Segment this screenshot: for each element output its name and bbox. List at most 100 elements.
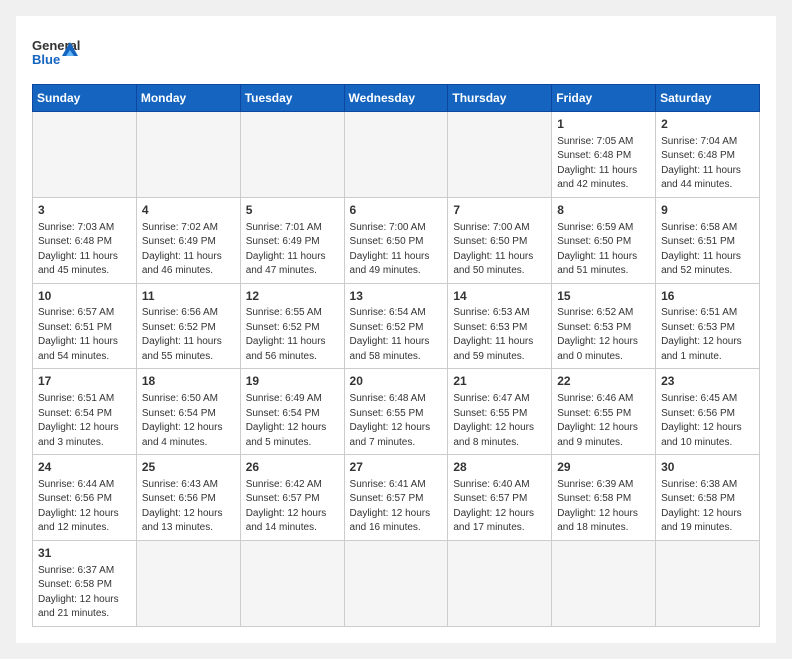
day-number: 9 xyxy=(661,202,754,219)
day-info: Sunrise: 6:43 AM Sunset: 6:56 PM Dayligh… xyxy=(142,478,235,536)
calendar-day-cell: 2Sunrise: 7:04 AM Sunset: 6:48 PM Daylig… xyxy=(656,112,760,198)
day-of-week-header: Thursday xyxy=(448,85,552,112)
calendar-day-cell: 15Sunrise: 6:52 AM Sunset: 6:53 PM Dayli… xyxy=(552,283,656,369)
logo: General Blue xyxy=(32,32,82,72)
day-number: 24 xyxy=(38,459,131,476)
calendar-week-row: 10Sunrise: 6:57 AM Sunset: 6:51 PM Dayli… xyxy=(33,283,760,369)
day-info: Sunrise: 7:02 AM Sunset: 6:49 PM Dayligh… xyxy=(142,221,235,279)
calendar-day-cell: 31Sunrise: 6:37 AM Sunset: 6:58 PM Dayli… xyxy=(33,540,137,626)
calendar-week-row: 3 Sunrise: 7:03 AM Sunset: 6:48 PM Daylig… xyxy=(33,197,760,283)
day-number: 5 xyxy=(246,202,339,219)
day-number: 6 xyxy=(350,202,443,219)
day-number: 4 xyxy=(142,202,235,219)
calendar-day-cell: 7 Sunrise: 7:00 AM Sunset: 6:50 PM Daylig… xyxy=(448,197,552,283)
calendar-day-cell: 11Sunrise: 6:56 AM Sunset: 6:52 PM Dayli… xyxy=(136,283,240,369)
day-of-week-header: Friday xyxy=(552,85,656,112)
day-info: Sunrise: 6:58 AM Sunset: 6:51 PM Dayligh… xyxy=(661,221,754,279)
calendar-day-cell: 25 Sunrise: 6:43 AM Sunset: 6:56 PM Dayli… xyxy=(136,455,240,541)
day-info: Sunrise: 6:59 AM Sunset: 6:50 PM Dayligh… xyxy=(557,221,650,279)
day-info: Sunrise: 6:49 AM Sunset: 6:54 PM Dayligh… xyxy=(246,392,339,450)
calendar-day-cell: 3 Sunrise: 7:03 AM Sunset: 6:48 PM Daylig… xyxy=(33,197,137,283)
day-number: 8 xyxy=(557,202,650,219)
day-number: 7 xyxy=(453,202,546,219)
calendar-day-cell: 30 Sunrise: 6:38 AM Sunset: 6:58 PM Dayli… xyxy=(656,455,760,541)
day-info: Sunrise: 7:05 AM Sunset: 6:48 PM Dayligh… xyxy=(557,135,650,193)
calendar-day-cell: 19 Sunrise: 6:49 AM Sunset: 6:54 PM Dayli… xyxy=(240,369,344,455)
day-info: Sunrise: 6:38 AM Sunset: 6:58 PM Dayligh… xyxy=(661,478,754,536)
day-number: 30 xyxy=(661,459,754,476)
day-number: 1 xyxy=(557,116,650,133)
day-of-week-header: Saturday xyxy=(656,85,760,112)
day-number: 14 xyxy=(453,288,546,305)
calendar-week-row: 17Sunrise: 6:51 AM Sunset: 6:54 PM Dayli… xyxy=(33,369,760,455)
calendar-day-cell: 24Sunrise: 6:44 AM Sunset: 6:56 PM Dayli… xyxy=(33,455,137,541)
calendar-week-row: 31Sunrise: 6:37 AM Sunset: 6:58 PM Dayli… xyxy=(33,540,760,626)
calendar-day-cell: 28 Sunrise: 6:40 AM Sunset: 6:57 PM Dayli… xyxy=(448,455,552,541)
day-number: 22 xyxy=(557,373,650,390)
day-info: Sunrise: 6:48 AM Sunset: 6:55 PM Dayligh… xyxy=(350,392,443,450)
day-info: Sunrise: 6:57 AM Sunset: 6:51 PM Dayligh… xyxy=(38,306,131,364)
calendar-day-cell: 22 Sunrise: 6:46 AM Sunset: 6:55 PM Dayli… xyxy=(552,369,656,455)
calendar-table: SundayMondayTuesdayWednesdayThursdayFrid… xyxy=(32,84,760,627)
day-number: 19 xyxy=(246,373,339,390)
day-info: Sunrise: 6:45 AM Sunset: 6:56 PM Dayligh… xyxy=(661,392,754,450)
calendar-day-cell: 26Sunrise: 6:42 AM Sunset: 6:57 PM Dayli… xyxy=(240,455,344,541)
day-number: 29 xyxy=(557,459,650,476)
calendar-day-cell xyxy=(344,540,448,626)
day-of-week-header: Wednesday xyxy=(344,85,448,112)
day-info: Sunrise: 6:52 AM Sunset: 6:53 PM Dayligh… xyxy=(557,306,650,364)
day-info: Sunrise: 6:50 AM Sunset: 6:54 PM Dayligh… xyxy=(142,392,235,450)
calendar-day-cell xyxy=(552,540,656,626)
calendar-day-cell: 4 Sunrise: 7:02 AM Sunset: 6:49 PM Daylig… xyxy=(136,197,240,283)
day-info: Sunrise: 6:51 AM Sunset: 6:53 PM Dayligh… xyxy=(661,306,754,364)
day-number: 11 xyxy=(142,288,235,305)
day-info: Sunrise: 6:51 AM Sunset: 6:54 PM Dayligh… xyxy=(38,392,131,450)
calendar-day-cell: 20 Sunrise: 6:48 AM Sunset: 6:55 PM Dayli… xyxy=(344,369,448,455)
calendar-day-cell: 13Sunrise: 6:54 AM Sunset: 6:52 PM Dayli… xyxy=(344,283,448,369)
calendar-day-cell: 5 Sunrise: 7:01 AM Sunset: 6:49 PM Daylig… xyxy=(240,197,344,283)
calendar-day-cell: 18Sunrise: 6:50 AM Sunset: 6:54 PM Dayli… xyxy=(136,369,240,455)
day-of-week-header: Sunday xyxy=(33,85,137,112)
day-number: 31 xyxy=(38,545,131,562)
calendar-day-cell: 12Sunrise: 6:55 AM Sunset: 6:52 PM Dayli… xyxy=(240,283,344,369)
day-info: Sunrise: 7:00 AM Sunset: 6:50 PM Dayligh… xyxy=(350,221,443,279)
day-info: Sunrise: 7:00 AM Sunset: 6:50 PM Dayligh… xyxy=(453,221,546,279)
logo-svg: General Blue xyxy=(32,32,82,72)
calendar-body: 1 Sunrise: 7:05 AM Sunset: 6:48 PM Daylig… xyxy=(33,112,760,627)
calendar-day-cell xyxy=(240,540,344,626)
day-info: Sunrise: 6:41 AM Sunset: 6:57 PM Dayligh… xyxy=(350,478,443,536)
day-number: 28 xyxy=(453,459,546,476)
page: General Blue SundayMondayTuesdayWednesda… xyxy=(16,16,776,643)
day-info: Sunrise: 6:55 AM Sunset: 6:52 PM Dayligh… xyxy=(246,306,339,364)
day-info: Sunrise: 7:04 AM Sunset: 6:48 PM Dayligh… xyxy=(661,135,754,193)
calendar-day-cell: 14Sunrise: 6:53 AM Sunset: 6:53 PM Dayli… xyxy=(448,283,552,369)
day-info: Sunrise: 6:47 AM Sunset: 6:55 PM Dayligh… xyxy=(453,392,546,450)
calendar-day-cell: 10Sunrise: 6:57 AM Sunset: 6:51 PM Dayli… xyxy=(33,283,137,369)
calendar-day-cell: 9 Sunrise: 6:58 AM Sunset: 6:51 PM Daylig… xyxy=(656,197,760,283)
calendar-day-cell xyxy=(240,112,344,198)
calendar-day-cell xyxy=(344,112,448,198)
day-number: 25 xyxy=(142,459,235,476)
calendar-day-cell xyxy=(33,112,137,198)
day-number: 16 xyxy=(661,288,754,305)
day-number: 21 xyxy=(453,373,546,390)
calendar-day-cell xyxy=(136,112,240,198)
day-info: Sunrise: 6:46 AM Sunset: 6:55 PM Dayligh… xyxy=(557,392,650,450)
day-of-week-header: Tuesday xyxy=(240,85,344,112)
day-number: 15 xyxy=(557,288,650,305)
day-info: Sunrise: 7:03 AM Sunset: 6:48 PM Dayligh… xyxy=(38,221,131,279)
calendar-day-cell xyxy=(656,540,760,626)
header: General Blue xyxy=(32,32,760,72)
calendar-day-cell: 27Sunrise: 6:41 AM Sunset: 6:57 PM Dayli… xyxy=(344,455,448,541)
calendar-header: SundayMondayTuesdayWednesdayThursdayFrid… xyxy=(33,85,760,112)
day-number: 20 xyxy=(350,373,443,390)
day-info: Sunrise: 7:01 AM Sunset: 6:49 PM Dayligh… xyxy=(246,221,339,279)
day-info: Sunrise: 6:40 AM Sunset: 6:57 PM Dayligh… xyxy=(453,478,546,536)
svg-text:Blue: Blue xyxy=(32,52,60,67)
calendar-week-row: 24Sunrise: 6:44 AM Sunset: 6:56 PM Dayli… xyxy=(33,455,760,541)
day-number: 3 xyxy=(38,202,131,219)
day-info: Sunrise: 6:54 AM Sunset: 6:52 PM Dayligh… xyxy=(350,306,443,364)
calendar-day-cell: 21 Sunrise: 6:47 AM Sunset: 6:55 PM Dayli… xyxy=(448,369,552,455)
day-of-week-header: Monday xyxy=(136,85,240,112)
day-number: 23 xyxy=(661,373,754,390)
